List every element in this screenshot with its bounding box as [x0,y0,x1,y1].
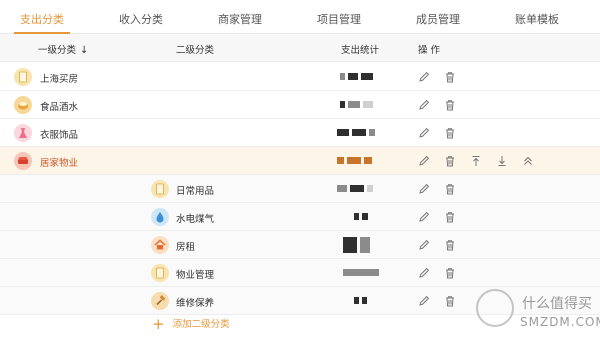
category-tabs: 支出分类 收入分类 商家管理 项目管理 成员管理 账单模板 [0,0,600,34]
delete-icon[interactable] [443,126,457,140]
amount-masked [337,129,375,137]
delete-icon[interactable] [443,70,457,84]
dress-icon [14,124,32,142]
document-icon [151,180,169,198]
table-row[interactable]: 上海买房 [0,63,600,91]
watermark-subtext: SMZDM.COM [520,315,600,329]
table-row[interactable]: 衣服饰品 [0,119,600,147]
header-level1-label: 一级分类 [38,45,77,56]
tab-expense-category[interactable]: 支出分类 [20,11,64,27]
table-subrow[interactable]: 水电煤气 [0,203,600,231]
plus-icon: + [152,315,165,333]
add-subcategory-button[interactable]: + 添加二级分类 [152,315,230,333]
edit-icon[interactable] [417,126,431,140]
category-name: 维修保养 [176,298,215,309]
edit-icon[interactable] [417,182,431,196]
sort-down-icon[interactable]: ↓ [80,45,88,56]
edit-icon[interactable] [417,210,431,224]
delete-icon[interactable] [443,266,457,280]
amount-masked [337,157,372,165]
header-level1[interactable]: 一级分类 ↓ [38,42,88,56]
delete-icon[interactable] [443,182,457,196]
amount-masked [340,101,373,109]
category-name: 食品酒水 [40,102,79,113]
table-subrow[interactable]: 房租 [0,231,600,259]
hammer-icon [151,292,169,310]
move-to-top-icon[interactable] [469,154,483,168]
table-row[interactable]: 食品酒水 [0,91,600,119]
delete-icon[interactable] [443,154,457,168]
category-name: 水电煤气 [176,214,215,225]
category-name: 日常用品 [176,186,215,197]
category-name: 衣服饰品 [40,130,79,141]
collapse-icon[interactable] [521,154,535,168]
category-name: 房租 [176,242,196,253]
watermark-logo-icon [476,289,514,327]
edit-icon[interactable] [417,98,431,112]
food-icon [14,96,32,114]
delete-icon[interactable] [443,294,457,308]
edit-icon[interactable] [417,70,431,84]
amount-masked [337,185,373,193]
tab-member-management[interactable]: 成员管理 [416,11,460,27]
move-to-bottom-icon[interactable] [495,154,509,168]
delete-icon[interactable] [443,238,457,252]
header-level2: 二级分类 [176,45,215,56]
table-subrow[interactable]: 物业管理 [0,259,600,287]
table-row-expanded[interactable]: 居家物业 [0,147,600,175]
tab-bill-template[interactable]: 账单模板 [515,11,559,27]
category-name: 上海买房 [40,74,79,85]
watermark-text: 什么值得买 [522,296,592,312]
amount-masked [354,297,367,305]
delete-icon[interactable] [443,98,457,112]
add-subcategory-label: 添加二级分类 [172,319,230,330]
header-ops: 操 作 [418,45,441,56]
amount-masked [340,73,373,81]
document-icon [151,264,169,282]
amount-masked [343,269,379,277]
tab-income-category[interactable]: 收入分类 [119,11,163,27]
sofa-icon [14,152,32,170]
table-header: 一级分类 ↓ 二级分类 支出统计 操 作 [0,34,600,62]
tab-project-management[interactable]: 项目管理 [317,11,361,27]
category-name: 居家物业 [40,158,79,169]
delete-icon[interactable] [443,210,457,224]
edit-icon[interactable] [417,238,431,252]
amount-masked [343,237,370,253]
header-stats: 支出统计 [341,45,380,56]
category-name: 物业管理 [176,270,215,281]
table-subrow[interactable]: 日常用品 [0,175,600,203]
edit-icon[interactable] [417,154,431,168]
edit-icon[interactable] [417,266,431,280]
tab-merchant-management[interactable]: 商家管理 [218,11,262,27]
edit-icon[interactable] [417,294,431,308]
house-icon [151,236,169,254]
document-icon [14,68,32,86]
amount-masked [354,213,368,221]
water-drop-icon [151,208,169,226]
watermark: 什么值得买 SMZDM.COM [470,285,600,337]
